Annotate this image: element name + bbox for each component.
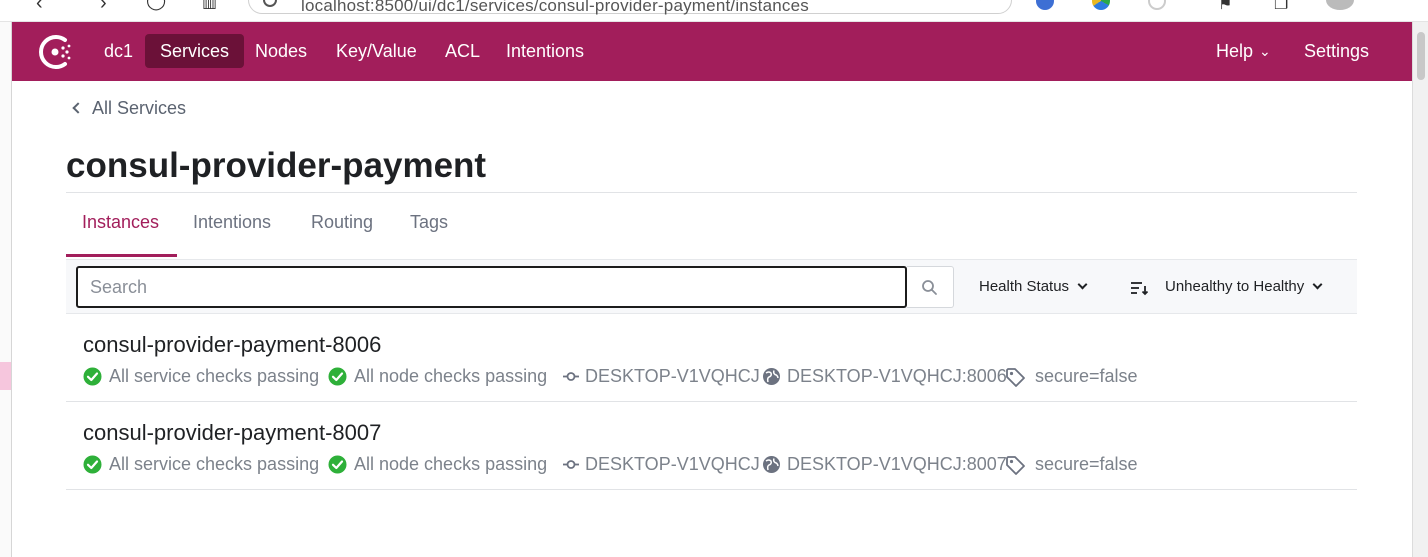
chevron-left-icon (72, 102, 84, 114)
tag-label: secure=false (1035, 366, 1138, 386)
active-tab-indicator (66, 254, 177, 257)
globe-icon (763, 368, 780, 385)
scrollbar-thumb[interactable] (1417, 32, 1425, 80)
chevron-down-icon (1312, 279, 1323, 290)
browser-refresh-icon[interactable]: ◯ (146, 0, 166, 11)
datacenter-selector[interactable]: dc1 (89, 34, 148, 68)
collections-icon[interactable]: ❐ (1274, 0, 1288, 14)
tab-routing[interactable]: Routing (311, 212, 373, 233)
extension-icon[interactable] (1148, 0, 1166, 10)
search-input[interactable] (76, 266, 907, 308)
extension-icon[interactable] (1036, 0, 1054, 10)
background-highlight (0, 362, 11, 390)
nav-item-key-value[interactable]: Key/Value (321, 34, 432, 68)
instance-name[interactable]: consul-provider-payment-8007 (83, 420, 381, 446)
search-icon (922, 280, 937, 295)
filter-bar: Health Status Unhealthy to Healthy (66, 259, 1357, 314)
service-checks-label: All service checks passing (109, 366, 320, 386)
consul-logo-icon[interactable] (38, 34, 74, 70)
check-circle-icon (328, 455, 347, 474)
scrollbar[interactable] (1412, 22, 1428, 557)
health-status-label: Health Status (979, 278, 1070, 295)
check-circle-icon (83, 367, 102, 386)
sort-label: Unhealthy to Healthy (1165, 278, 1305, 295)
browser-back-icon[interactable]: ‹ (36, 0, 43, 15)
node-icon (563, 460, 579, 469)
node-icon (563, 372, 579, 381)
sort-icon (1131, 282, 1148, 296)
health-status-dropdown[interactable]: Health Status (979, 278, 1088, 295)
help-menu[interactable]: Help ⌄ (1201, 34, 1286, 68)
node-checks-label: All node checks passing (354, 454, 548, 474)
extension-icon[interactable] (1092, 0, 1110, 10)
tag-icon (1006, 456, 1025, 475)
nav-item-nodes[interactable]: Nodes (240, 34, 322, 68)
address-label: DESKTOP-V1VQHCJ:8006 (787, 366, 1007, 386)
check-circle-icon (328, 367, 347, 386)
browser-forward-icon[interactable]: › (100, 0, 107, 15)
node-label: DESKTOP-V1VQHCJ (585, 366, 760, 386)
tab-tags[interactable]: Tags (410, 212, 448, 233)
breadcrumb-label: All Services (92, 98, 187, 118)
search-button[interactable] (907, 266, 954, 308)
node-label: DESKTOP-V1VQHCJ (585, 454, 760, 474)
browser-chrome: ‹ › ◯ ▥ localhost:8500/ui/dc1/services/c… (0, 0, 1428, 22)
globe-icon (763, 456, 780, 473)
nav-item-acl[interactable]: ACL (430, 34, 495, 68)
tag-label: secure=false (1035, 454, 1138, 474)
address-label: DESKTOP-V1VQHCJ:8007 (787, 454, 1007, 474)
background-window-edge (0, 22, 12, 557)
browser-apps-icon[interactable]: ▥ (202, 0, 217, 12)
nav-item-services[interactable]: Services (145, 34, 245, 68)
breadcrumb-all-services[interactable]: All Services (70, 98, 186, 119)
tab-instances[interactable]: Instances (82, 212, 159, 233)
tag-icon (1006, 368, 1025, 387)
divider (66, 192, 1357, 193)
site-info-icon[interactable] (263, 0, 277, 7)
sort-dropdown[interactable]: Unhealthy to Healthy (1165, 278, 1323, 295)
favorites-icon[interactable]: ⚑ (1218, 0, 1232, 14)
list-item[interactable]: consul-provider-payment-8006 All service… (66, 314, 1357, 402)
service-checks-label: All service checks passing (109, 454, 320, 474)
list-item[interactable]: consul-provider-payment-8007 All service… (66, 402, 1357, 490)
node-checks-label: All node checks passing (354, 366, 548, 386)
tab-intentions[interactable]: Intentions (193, 212, 271, 233)
help-label: Help (1216, 41, 1254, 61)
browser-address-bar[interactable]: localhost:8500/ui/dc1/services/consul-pr… (248, 0, 1012, 15)
check-circle-icon (83, 455, 102, 474)
chevron-down-icon: ⌄ (1259, 43, 1271, 59)
nav-item-intentions[interactable]: Intentions (491, 34, 599, 68)
page-title: consul-provider-payment (66, 146, 487, 185)
bookmark-star-icon[interactable]: ☆ (977, 0, 991, 5)
nav-item-settings[interactable]: Settings (1289, 34, 1384, 68)
chevron-down-icon (1077, 279, 1088, 290)
browser-url: localhost:8500/ui/dc1/services/consul-pr… (301, 0, 809, 15)
instance-name[interactable]: consul-provider-payment-8006 (83, 332, 381, 358)
top-navigation: dc1 Services Nodes Key/Value ACL Intenti… (12, 22, 1412, 81)
profile-avatar[interactable] (1326, 0, 1354, 10)
